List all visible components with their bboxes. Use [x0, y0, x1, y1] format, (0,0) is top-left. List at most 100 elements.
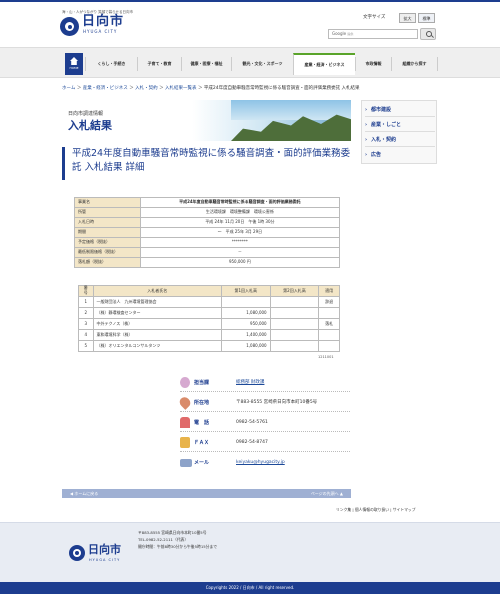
breadcrumb-industry[interactable]: 産業・経済・ビジネス [83, 86, 128, 91]
footer-links[interactable]: リンク集 | 個人情報の取り扱い | サイトマップ [336, 507, 416, 513]
contact-fax-value: 0982-54-8747 [236, 440, 268, 445]
city-logo-subtitle: HYUGA CITY [83, 29, 118, 34]
info-value: 平成24年度自動車騒音常時監視に係る騒音調査・面的評価業務委託 [139, 197, 341, 208]
breadcrumb-sep: ＞ [197, 86, 203, 91]
contact-dept-link[interactable]: 総務部 財政課 [236, 380, 264, 385]
table-row: 4 東和環境科学（株） 1,400,000 [78, 329, 340, 341]
contact-mail-link[interactable]: keiyaku@hyugacity.jp [236, 460, 285, 465]
sidebar-item-industry[interactable]: 産業・しごと [365, 118, 435, 132]
fax-icon [180, 437, 190, 448]
page-nav-bar: ◀ ホームに戻る ページの先頭へ ▲ [62, 489, 351, 498]
map-pin-icon [177, 395, 193, 410]
cell-name: 中外テクノス（株） [92, 318, 222, 330]
table-row: 入札日時 平成 24年 11月 20日 午後 1時 30分 [74, 217, 341, 228]
cell-name: （株）静環検査センター [92, 307, 222, 319]
cell-no: 2 [78, 307, 94, 319]
footer-logo-text: 日向市 [88, 543, 121, 556]
search-input[interactable]: Google 提供 [328, 29, 418, 39]
back-home-link[interactable]: ◀ ホームに戻る [70, 489, 98, 498]
contact-address-value: 〒883-8555 宮崎県日向市本町10番5号 [236, 400, 318, 405]
nav-item-tourism[interactable]: 観光・文化・スポーツ [231, 57, 293, 71]
font-size-large-button[interactable]: 拡大 [399, 13, 416, 23]
section-banner: 日向市調達情報 入札結果 [62, 100, 351, 141]
breadcrumb-contract[interactable]: 入札・契約 [135, 86, 158, 91]
divider [180, 391, 350, 392]
table-row: 期間～ 平成 25年 3月 29日 [74, 227, 341, 238]
table-row: 最低制限価格（税抜）－ [74, 247, 341, 258]
contact-tel-label: 電 話 [194, 420, 210, 426]
nav-home[interactable]: HOME [65, 53, 83, 75]
nav-item-childcare[interactable]: 子育て・教育 [137, 57, 181, 71]
footer-hours: 開庁時間：午前8時30分から午後5時15分まで [138, 544, 218, 549]
search-brand: Google [332, 31, 347, 36]
site-footer: 日向市 HYUGA CITY 〒883-8555 宮崎県日向市本町10番5号 T… [0, 522, 500, 582]
sidebar-item-contract[interactable]: 入札・契約 [365, 133, 435, 147]
contact-mail-label: メール [194, 460, 210, 466]
nav-item-city-info[interactable]: 市政情報 [355, 57, 391, 71]
font-size-label: 文字サイズ [363, 15, 386, 20]
info-value: 950,000 円 [139, 257, 341, 268]
info-value: － [139, 247, 341, 258]
back-home-label: ホームに戻る [74, 491, 99, 496]
info-value: ～ 平成 25年 3月 29日 [139, 227, 341, 238]
nav-item-organization[interactable]: 組織から探す [391, 57, 438, 71]
table-row: 落札額（税抜） 950,000 円 [74, 257, 341, 268]
copyright-bar: Copyrights 2022 / 日向市 / All right reserv… [0, 582, 500, 594]
breadcrumb-home[interactable]: ホーム [62, 86, 75, 91]
search-icon[interactable] [420, 28, 436, 40]
sidebar-item-urban[interactable]: 都市建設 [365, 103, 435, 117]
contact-address-row: 所在地 〒883-8555 宮崎県日向市本町10番5号 [177, 395, 355, 415]
person-icon [180, 377, 190, 388]
info-label: 所管 [74, 207, 141, 218]
footer-logo-icon [69, 545, 85, 561]
page-title: 平成24年度自動車騒音常時監視に係る騒音調査・面的評価業務委託 入札結果 詳細 [62, 147, 351, 180]
cell-round1: 1,080,000 [220, 307, 271, 319]
global-nav: HOME くらし・手続き 子育て・教育 健康・医療・福祉 観光・文化・スポーツ … [0, 47, 500, 78]
site-header: 海・山・人がつながり 笑顔で暮らせる日向市 日向市 HYUGA CITY 文字サ… [0, 2, 500, 47]
nav-item-industry[interactable]: 産業・経済・ビジネス [293, 53, 355, 75]
footer-address: 〒883-8555 宮崎県日向市本町10番5号 [138, 530, 207, 535]
city-logo-icon[interactable] [60, 17, 79, 36]
breadcrumb-bid-list[interactable]: 入札結果一覧表 [165, 86, 197, 91]
phone-icon [180, 417, 190, 428]
bid-info-table: 事業名 平成24年度自動車騒音常時監視に係る騒音調査・面的評価業務委託 所管 生活環… [74, 197, 341, 268]
record-code: 1211001 [318, 355, 334, 359]
footer-tel: TEL.0982-52-2111（代表） [138, 537, 189, 542]
contact-address-label: 所在地 [194, 400, 210, 406]
cell-note [318, 329, 340, 341]
breadcrumb-sep: ＞ [159, 86, 164, 91]
cell-no: 4 [78, 329, 94, 341]
cell-round1 [220, 296, 271, 308]
cell-round2 [269, 340, 320, 352]
breadcrumb-current: 平成24年度自動車騒音常時監視に係る騒音調査・面的評価業務委託 入札結果 [203, 86, 360, 91]
info-label: 予定価格（税抜） [74, 237, 141, 248]
contact-fax-row: ＦＡＸ 0982-54-8747 [180, 435, 355, 455]
breadcrumb-sep: ＞ [129, 86, 134, 91]
banner-title: 入札結果 [68, 119, 112, 132]
cell-name: （株）オリエンタルコンサルタンツ [92, 340, 222, 352]
info-label: 事業名 [74, 197, 141, 208]
table-row: 予定価格（税抜） ******** [74, 237, 341, 248]
contact-dept-label: 担当課 [194, 380, 210, 386]
col-header-round1: 第1回入札高 [220, 285, 271, 297]
table-row: 2 （株）静環検査センター 1,080,000 [78, 307, 340, 319]
sidebar-item-ads[interactable]: 広告 [365, 148, 435, 162]
cell-no: 1 [78, 296, 94, 308]
page-top-link[interactable]: ページの先頭へ ▲ [311, 489, 343, 498]
cell-note [318, 340, 340, 352]
breadcrumb-sep: ＞ [76, 86, 82, 91]
nav-item-health[interactable]: 健康・医療・福祉 [181, 57, 231, 71]
cell-note: 落札 [318, 318, 340, 330]
envelope-icon [180, 459, 192, 467]
city-logo-text[interactable]: 日向市 [82, 14, 124, 30]
col-header-round2: 第2回入札高 [269, 285, 320, 297]
info-value: ******** [139, 237, 341, 248]
cell-round2 [269, 318, 320, 330]
cell-round2 [269, 307, 320, 319]
banner-subtitle: 日向市調達情報 [68, 111, 104, 117]
contact-tel-value: 0982-54-5761 [236, 420, 268, 425]
info-label: 落札額（税抜） [74, 257, 141, 268]
font-size-standard-button[interactable]: 標準 [418, 13, 435, 23]
nav-item-living[interactable]: くらし・手続き [85, 57, 137, 71]
cell-note: 辞退 [318, 296, 340, 308]
